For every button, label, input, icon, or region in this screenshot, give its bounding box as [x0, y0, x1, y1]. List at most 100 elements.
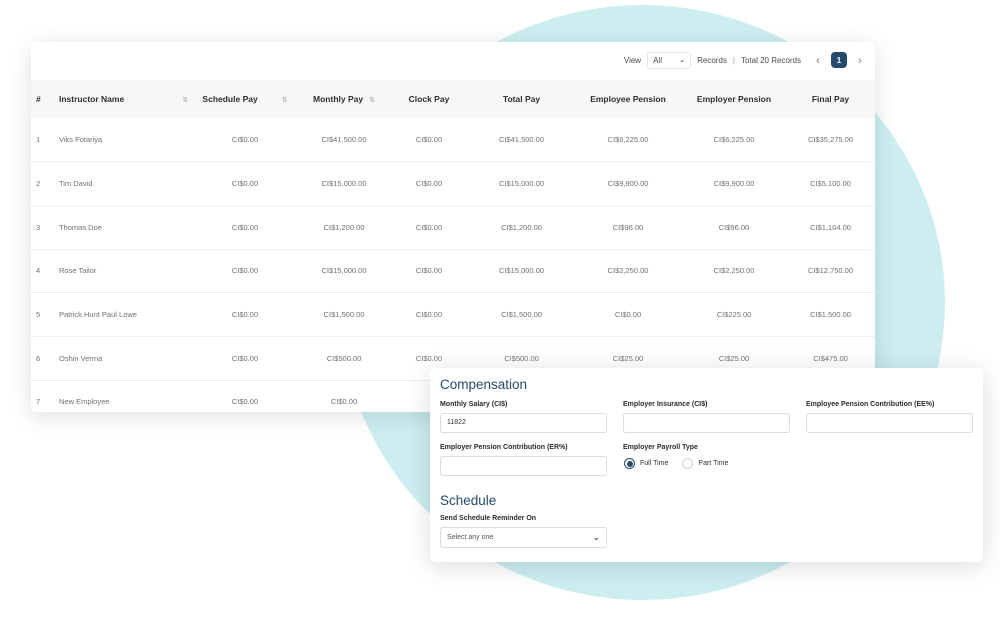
cell-final-pay: CI$12,750.00 — [807, 266, 854, 276]
col-header-employer-pension: Employer Pension — [696, 94, 772, 104]
radio-full-time[interactable] — [624, 458, 635, 469]
cell-schedule-pay: CI$0.00 — [231, 135, 259, 145]
cell-instructor-name: Thomas Doe — [59, 222, 102, 232]
schedule-title: Schedule — [440, 493, 497, 508]
table-row[interactable]: 2 Tim David CI$0.00 CI$15,000.00 CI$0.00… — [31, 162, 875, 206]
col-header-instructor-name[interactable]: Instructor Name ⇅ — [59, 80, 191, 118]
cell-clock-pay: CI$0.00 — [415, 179, 443, 189]
schedule-reminder-select[interactable]: Select any one ⌄ — [440, 527, 607, 548]
payroll-table-card: View All ⌄ Records | Total 20 Records ‹ … — [31, 42, 875, 412]
col-header-monthly-pay[interactable]: Monthly Pay ⇅ — [299, 80, 389, 118]
monthly-salary-field[interactable]: 11822 — [440, 413, 607, 433]
table-row[interactable]: 4 Rose Tailor CI$0.00 CI$15,000.00 CI$0.… — [31, 249, 875, 293]
cell-index: 2 — [36, 179, 41, 189]
employer-pension-field[interactable] — [440, 456, 607, 476]
radio-full-time-label: Full Time — [640, 460, 669, 467]
table-row[interactable]: 5 Patrick Hunt Paul Lowe CI$0.00 CI$1,50… — [31, 293, 875, 337]
employer-insurance-field[interactable] — [623, 413, 790, 433]
cell-instructor-name: Viks Fotariya — [59, 135, 103, 145]
cell-schedule-pay: CI$0.00 — [231, 222, 259, 232]
pagination: ‹ 1 › — [811, 52, 867, 68]
cell-instructor-name: New Employee — [59, 397, 110, 407]
cell-employee-pension: CI$96.00 — [612, 222, 644, 232]
page-button-current[interactable]: 1 — [831, 52, 847, 68]
cell-total-pay: CI$15,000.00 — [498, 179, 545, 189]
cell-final-pay: CI$1,500.00 — [810, 310, 851, 320]
toolbar-separator: | — [732, 55, 735, 65]
chevron-left-icon[interactable]: ‹ — [811, 53, 825, 67]
radio-part-time-label: Part Time — [698, 460, 729, 467]
col-header-index: # — [36, 94, 41, 104]
cell-clock-pay: CI$0.00 — [415, 310, 443, 320]
chevron-right-icon[interactable]: › — [853, 53, 867, 67]
cell-total-pay: CI$41,500.00 — [498, 135, 545, 145]
cell-employee-pension: CI$0.00 — [614, 310, 642, 320]
cell-monthly-pay: CI$500.00 — [326, 353, 362, 363]
cell-monthly-pay: CI$15,000.00 — [321, 266, 367, 276]
cell-index: 4 — [36, 266, 41, 276]
cell-clock-pay: CI$0.00 — [415, 222, 443, 232]
table-row[interactable]: 1 Viks Fotariya CI$0.00 CI$41,500.00 CI$… — [31, 118, 875, 162]
chevron-down-icon: ⌄ — [592, 532, 600, 542]
radio-part-time[interactable] — [682, 458, 694, 469]
cell-monthly-pay: CI$41,500.00 — [321, 135, 367, 145]
employee-pension-label: Employee Pension Contribution (EE%) — [806, 401, 935, 408]
cell-instructor-name: Patrick Hunt Paul Lowe — [59, 310, 137, 320]
cell-schedule-pay: CI$0.00 — [231, 266, 259, 276]
cell-final-pay: CI$1,104.00 — [810, 222, 851, 232]
sort-icon[interactable]: ⇅ — [369, 97, 375, 104]
payroll-type-radio-group: Full Time Part Time — [624, 458, 728, 469]
chevron-down-icon: ⌄ — [679, 57, 686, 64]
compensation-form-card: Compensation Monthly Salary (CI$) 11822 … — [430, 368, 983, 562]
table-toolbar: View All ⌄ Records | Total 20 Records ‹ … — [31, 42, 875, 78]
view-select-value: All — [653, 55, 662, 65]
cell-schedule-pay: CI$0.00 — [231, 353, 259, 363]
schedule-reminder-placeholder: Select any one — [447, 534, 494, 541]
employer-pension-label: Employer Pension Contribution (ER%) — [440, 444, 568, 451]
cell-total-pay: CI$15,000.00 — [498, 266, 545, 276]
cell-employee-pension: CI$2,250.00 — [607, 266, 649, 276]
cell-index: 3 — [36, 222, 41, 232]
cell-schedule-pay: CI$0.00 — [231, 310, 259, 320]
col-header-employee-pension: Employee Pension — [590, 94, 666, 104]
sort-icon[interactable]: ⇅ — [282, 97, 288, 104]
payroll-type-label: Employer Payroll Type — [623, 444, 698, 451]
table-row[interactable]: 3 Thomas Doe CI$0.00 CI$1,200.00 CI$0.00… — [31, 205, 875, 250]
col-header-clock-pay: Clock Pay — [408, 94, 450, 104]
employee-pension-field[interactable] — [806, 413, 973, 433]
cell-instructor-name: Oshin Verma — [59, 353, 103, 363]
cell-employer-pension: CI$6,225.00 — [713, 135, 755, 145]
cell-schedule-pay: CI$0.00 — [231, 397, 259, 407]
total-records-label: Total 20 Records — [740, 55, 801, 65]
table-header-row: # Instructor Name ⇅ Schedule Pay ⇅ Monthly… — [31, 80, 875, 118]
cell-instructor-name: Rose Tailor — [59, 266, 97, 276]
cell-index: 7 — [36, 397, 41, 407]
payroll-table: # Instructor Name ⇅ Schedule Pay ⇅ Monthly… — [31, 80, 875, 412]
view-select[interactable]: All ⌄ — [647, 51, 692, 69]
cell-employer-pension: CI$225.00 — [716, 310, 752, 320]
sort-icon[interactable]: ⇅ — [182, 97, 188, 104]
cell-schedule-pay: CI$0.00 — [231, 179, 259, 189]
col-header-total-pay: Total Pay — [502, 94, 541, 104]
cell-index: 6 — [36, 353, 41, 363]
col-header-schedule-pay[interactable]: Schedule Pay ⇅ — [191, 80, 299, 118]
cell-monthly-pay: CI$15,000.00 — [321, 179, 367, 189]
col-header-final-pay: Final Pay — [811, 94, 850, 104]
cell-employer-pension: CI$2,250.00 — [713, 266, 755, 276]
cell-clock-pay: CI$0.00 — [415, 266, 443, 276]
cell-employee-pension: CI$9,900.00 — [607, 179, 649, 189]
records-label: Records — [697, 55, 727, 65]
cell-monthly-pay: CI$1,200.00 — [323, 222, 365, 232]
cell-employee-pension: CI$6,225.00 — [607, 135, 649, 145]
cell-index: 5 — [36, 310, 41, 320]
cell-total-pay: CI$1,200.00 — [501, 222, 542, 232]
view-label: View — [623, 55, 642, 65]
employer-insurance-label: Employer Insurance (CI$) — [623, 401, 708, 408]
cell-employer-pension: CI$9,900.00 — [713, 179, 755, 189]
monthly-salary-label: Monthly Salary (CI$) — [440, 401, 508, 408]
cell-monthly-pay: CI$0.00 — [330, 397, 358, 407]
cell-clock-pay: CI$0.00 — [415, 135, 443, 145]
radio-selected-dot — [626, 460, 633, 467]
compensation-title: Compensation — [440, 377, 528, 392]
schedule-reminder-label: Send Schedule Reminder On — [440, 515, 537, 522]
